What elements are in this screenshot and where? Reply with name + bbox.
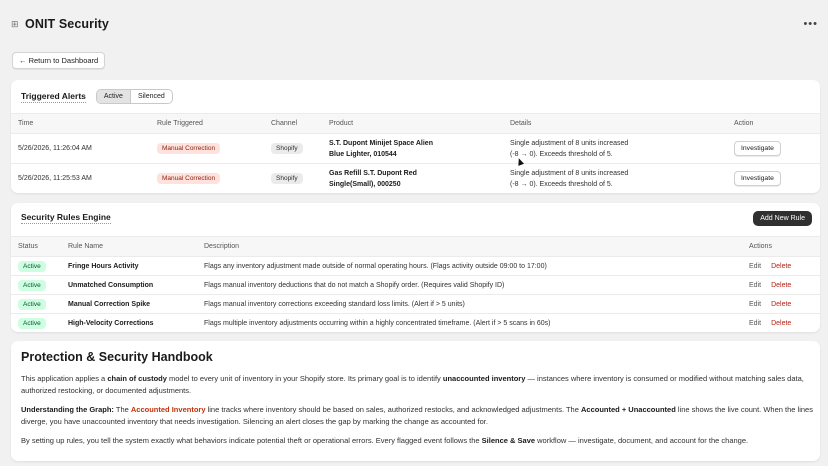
col-actions: Actions <box>742 236 820 257</box>
triggered-alerts-card: Triggered Alerts Active Silenced Time Ru… <box>11 80 820 193</box>
edit-rule-link[interactable]: Edit <box>749 320 761 327</box>
status-badge: Active <box>18 298 46 310</box>
alert-details: Single adjustment of 8 units increased (-… <box>503 163 727 193</box>
investigate-button[interactable]: Investigate <box>734 141 781 156</box>
col-rule-name: Rule Name <box>61 236 197 257</box>
status-badge: Active <box>18 279 46 291</box>
add-new-rule-button[interactable]: Add New Rule <box>753 211 812 226</box>
rule-badge: Manual Correction <box>157 143 221 154</box>
tab-active[interactable]: Active <box>96 90 131 103</box>
handbook-paragraph-rules: By setting up rules, you tell the system… <box>21 436 749 445</box>
edit-rule-link[interactable]: Edit <box>749 282 761 289</box>
table-row: Active Fringe Hours Activity Flags any i… <box>11 256 820 276</box>
app-grid-icon: ⊞ <box>11 19 19 29</box>
channel-badge: Shopify <box>271 143 303 154</box>
col-details: Details <box>503 113 727 134</box>
table-row: 5/26/2026, 11:26:04 AM Manual Correction… <box>11 133 820 164</box>
page-title: ONIT Security <box>25 17 109 31</box>
handbook-paragraph-graph: Understanding the Graph: The Accounted I… <box>21 405 813 426</box>
rule-name: Unmatched Consumption <box>61 275 197 295</box>
alerts-header-row: Time Rule Triggered Channel Product Deta… <box>11 113 820 134</box>
rule-description: Flags multiple inventory adjustments occ… <box>197 313 742 332</box>
rule-name: High-Velocity Corrections <box>61 313 197 332</box>
alert-product: S.T. Dupont Minijet Space Alien Blue Ligh… <box>322 133 503 164</box>
edit-rule-link[interactable]: Edit <box>749 263 761 270</box>
delete-rule-link[interactable]: Delete <box>771 320 791 327</box>
alert-time: 5/26/2026, 11:26:04 AM <box>11 133 150 164</box>
edit-rule-link[interactable]: Edit <box>749 301 761 308</box>
rule-description: Flags any inventory adjustment made outs… <box>197 256 742 276</box>
handbook-card: Protection & Security Handbook This appl… <box>11 341 820 461</box>
col-product: Product <box>322 113 503 134</box>
alert-product: Gas Refill S.T. Dupont Red Single(Small),… <box>322 163 503 193</box>
rules-title: Security Rules Engine <box>21 212 111 224</box>
status-badge: Active <box>18 317 46 329</box>
table-row: 5/26/2026, 11:25:53 AM Manual Correction… <box>11 163 820 193</box>
table-row: Active Manual Correction Spike Flags man… <box>11 294 820 314</box>
alerts-title: Triggered Alerts <box>21 90 86 103</box>
handbook-paragraph-intro: This application applies a chain of cust… <box>21 374 804 395</box>
handbook-title: Protection & Security Handbook <box>21 350 213 364</box>
delete-rule-link[interactable]: Delete <box>771 263 791 270</box>
rules-table: Status Rule Name Description Actions Act… <box>11 236 820 332</box>
col-channel: Channel <box>264 113 322 134</box>
alerts-table: Time Rule Triggered Channel Product Deta… <box>11 113 820 193</box>
rule-name: Manual Correction Spike <box>61 294 197 314</box>
alerts-filter-toggle: Active Silenced <box>95 89 173 104</box>
table-row: Active High-Velocity Corrections Flags m… <box>11 313 820 332</box>
return-dashboard-button[interactable]: ← Return to Dashboard <box>12 52 106 69</box>
rule-name: Fringe Hours Activity <box>61 256 197 276</box>
table-row: Active Unmatched Consumption Flags manua… <box>11 275 820 295</box>
rules-header-row: Status Rule Name Description Actions <box>11 236 820 257</box>
status-badge: Active <box>18 260 46 272</box>
rule-badge: Manual Correction <box>157 173 221 184</box>
col-status: Status <box>11 236 61 257</box>
tab-silenced[interactable]: Silenced <box>131 90 172 103</box>
rule-description: Flags manual inventory deductions that d… <box>197 275 742 295</box>
col-description: Description <box>197 236 742 257</box>
col-rule-triggered: Rule Triggered <box>150 113 264 134</box>
alert-details: Single adjustment of 8 units increased (-… <box>503 133 727 164</box>
delete-rule-link[interactable]: Delete <box>771 301 791 308</box>
more-options-icon[interactable]: ••• <box>803 18 818 30</box>
channel-badge: Shopify <box>271 173 303 184</box>
security-rules-card: Security Rules Engine Add New Rule Statu… <box>11 203 820 332</box>
delete-rule-link[interactable]: Delete <box>771 282 791 289</box>
col-action: Action <box>727 113 820 134</box>
col-time: Time <box>11 113 150 134</box>
investigate-button[interactable]: Investigate <box>734 171 781 186</box>
rule-description: Flags manual inventory corrections excee… <box>197 294 742 314</box>
alert-time: 5/26/2026, 11:25:53 AM <box>11 163 150 193</box>
top-bar: ⊞ ONIT Security ••• <box>0 0 828 48</box>
